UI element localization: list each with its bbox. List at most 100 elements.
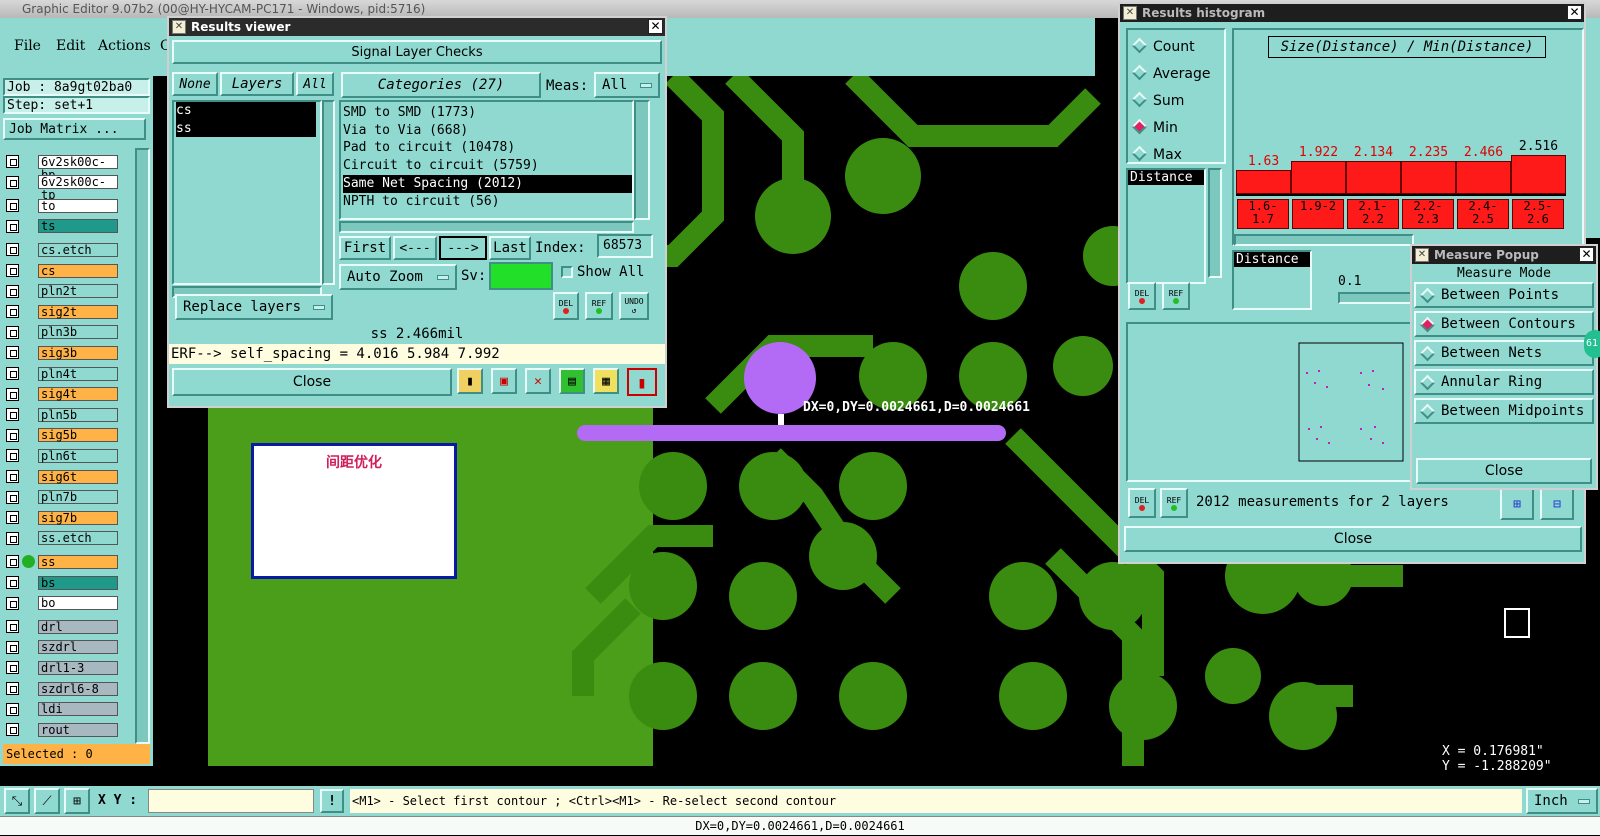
histogram-bar[interactable] <box>1401 161 1456 194</box>
first-button[interactable]: First <box>339 236 391 260</box>
layer-result-item[interactable]: ss <box>176 119 316 138</box>
layer-checkbox[interactable] <box>6 367 19 380</box>
layer-result-item[interactable]: cs <box>176 102 316 120</box>
layer-row-drl[interactable]: drl <box>6 619 118 634</box>
layer-name[interactable]: ss <box>38 554 118 569</box>
layer-row-to[interactable]: to <box>6 198 118 213</box>
aggregate-option-count[interactable]: Count <box>1131 34 1224 61</box>
layer-row-drl1-3[interactable]: drl1-3 <box>6 660 118 675</box>
auto-zoom-select[interactable]: Auto Zoom <box>339 264 457 290</box>
category-item[interactable]: SMD to SMD (1773) <box>343 104 632 122</box>
layer-name[interactable]: to <box>38 198 118 213</box>
layer-name[interactable]: sig5b <box>38 428 118 443</box>
layer-name[interactable]: pln2t <box>38 284 118 299</box>
layer-checkbox[interactable] <box>6 620 19 634</box>
layer-checkbox[interactable] <box>6 596 19 610</box>
layer-name[interactable]: drl <box>38 619 118 634</box>
radio-icon[interactable] <box>1419 345 1436 361</box>
radio-icon[interactable] <box>1419 287 1436 303</box>
layer-scrollbar[interactable] <box>135 148 150 744</box>
layer-name[interactable]: ldi <box>38 702 118 717</box>
replace-layers-select[interactable]: Replace layers <box>175 294 333 320</box>
category-vscroll[interactable] <box>634 100 650 220</box>
layer-checkbox[interactable] <box>6 531 19 545</box>
layer-name[interactable]: pln4t <box>38 366 118 381</box>
ref-button[interactable]: REF <box>585 292 613 320</box>
layer-row-sig5b[interactable]: sig5b <box>6 428 118 443</box>
menu-edit[interactable]: Edit <box>56 38 85 54</box>
layer-name[interactable]: bo <box>38 596 118 611</box>
field-distance[interactable]: Distance <box>1128 170 1204 185</box>
layer-checkbox[interactable] <box>6 346 19 360</box>
aggregate-option-min[interactable]: Min <box>1131 115 1224 142</box>
close-icon[interactable]: ✕ <box>1579 247 1594 262</box>
radio-icon[interactable] <box>1419 403 1436 419</box>
hist-del-button[interactable]: DEL <box>1128 282 1156 310</box>
tool-icon-3[interactable]: ✕ <box>525 368 551 394</box>
layer-checkbox[interactable] <box>6 661 19 675</box>
layer-row-sig7b[interactable]: sig7b <box>6 510 118 525</box>
preview-del-button[interactable]: DEL <box>1128 488 1156 518</box>
layer-row-rout[interactable]: rout <box>6 722 118 737</box>
layer-display-indicator[interactable] <box>22 243 35 256</box>
layer-display-indicator[interactable] <box>22 511 35 524</box>
layer-name[interactable]: sig3b <box>38 345 118 360</box>
close-icon[interactable]: ✕ <box>1567 5 1582 20</box>
category-list[interactable]: SMD to SMD (1773) Via to Via (668) Pad to … <box>339 100 634 220</box>
layer-checkbox[interactable] <box>6 723 19 737</box>
radio-icon[interactable] <box>1131 145 1148 162</box>
layer-display-indicator[interactable] <box>22 388 35 401</box>
histogram-bin-label[interactable]: 1.9-2 <box>1292 199 1344 229</box>
layer-display-indicator[interactable] <box>22 429 35 442</box>
layer-display-indicator[interactable] <box>22 661 35 674</box>
measure-titlebar[interactable]: ✕ Measure Popup ✕ <box>1412 246 1596 264</box>
layer-checkbox[interactable] <box>6 408 19 422</box>
layer-row-sig3b[interactable]: sig3b <box>6 345 118 360</box>
measure-option[interactable]: Between Contours <box>1414 311 1594 337</box>
layer-display-indicator[interactable] <box>22 176 35 189</box>
measure-close-button[interactable]: Close <box>1416 458 1592 484</box>
layer-name[interactable]: rout <box>38 722 118 737</box>
tool-icon-1[interactable]: ▮ <box>457 368 483 394</box>
layer-name[interactable]: szdrl6-8 <box>38 681 118 696</box>
results-close-button[interactable]: Close <box>172 368 452 396</box>
layer-display-indicator[interactable] <box>22 199 35 212</box>
layer-display-indicator[interactable] <box>22 305 35 318</box>
histogram-titlebar[interactable]: ✕ Results histogram ✕ <box>1120 4 1584 22</box>
menu-actions[interactable]: Actions <box>98 38 151 54</box>
histogram-bin-label[interactable]: 2.2-2.3 <box>1402 199 1454 229</box>
layer-checkbox[interactable] <box>6 640 19 654</box>
layer-checkbox[interactable] <box>6 428 19 442</box>
none-button[interactable]: None <box>172 72 218 96</box>
measure-option[interactable]: Between Points <box>1414 282 1594 308</box>
layer-checkbox[interactable] <box>6 387 19 401</box>
layer-checkbox[interactable] <box>6 325 19 339</box>
sv-color-select[interactable] <box>489 262 553 290</box>
layer-display-indicator[interactable] <box>22 346 35 359</box>
radio-icon[interactable] <box>1131 118 1148 135</box>
layer-row-cs[interactable]: cs <box>6 263 118 278</box>
layer-display-indicator[interactable] <box>22 449 35 462</box>
layer-name[interactable]: 6v2sk00c-tp <box>38 175 118 202</box>
radio-icon[interactable] <box>1419 374 1436 390</box>
layer-name[interactable]: sig2t <box>38 304 118 319</box>
layer-display-indicator[interactable] <box>22 620 35 633</box>
radio-icon[interactable] <box>1131 64 1148 81</box>
select-tool-icon[interactable]: ⤡ <box>4 788 30 814</box>
bin-slider[interactable] <box>1338 292 1418 304</box>
layer-name[interactable]: sig4t <box>38 387 118 402</box>
attr-distance[interactable]: Distance <box>1234 252 1310 267</box>
del-button[interactable]: DEL <box>553 292 579 320</box>
show-all-checkbox[interactable] <box>561 266 573 278</box>
next-button[interactable]: ---> <box>439 236 487 260</box>
layer-name[interactable]: pln3b <box>38 325 118 340</box>
histogram-bar[interactable] <box>1511 155 1566 194</box>
layer-row-6v2sk00c-bp[interactable]: 6v2sk00c-bp <box>6 154 118 181</box>
layer-row-szdrl[interactable]: szdrl <box>6 640 118 655</box>
layer-row-pln7b[interactable]: pln7b <box>6 490 118 505</box>
category-item[interactable]: Same Net Spacing (2012) <box>343 174 632 193</box>
layer-display-indicator[interactable] <box>22 682 35 695</box>
histogram-bar[interactable] <box>1346 161 1401 194</box>
close-icon[interactable]: ✕ <box>648 19 663 34</box>
layer-checkbox[interactable] <box>6 284 19 298</box>
